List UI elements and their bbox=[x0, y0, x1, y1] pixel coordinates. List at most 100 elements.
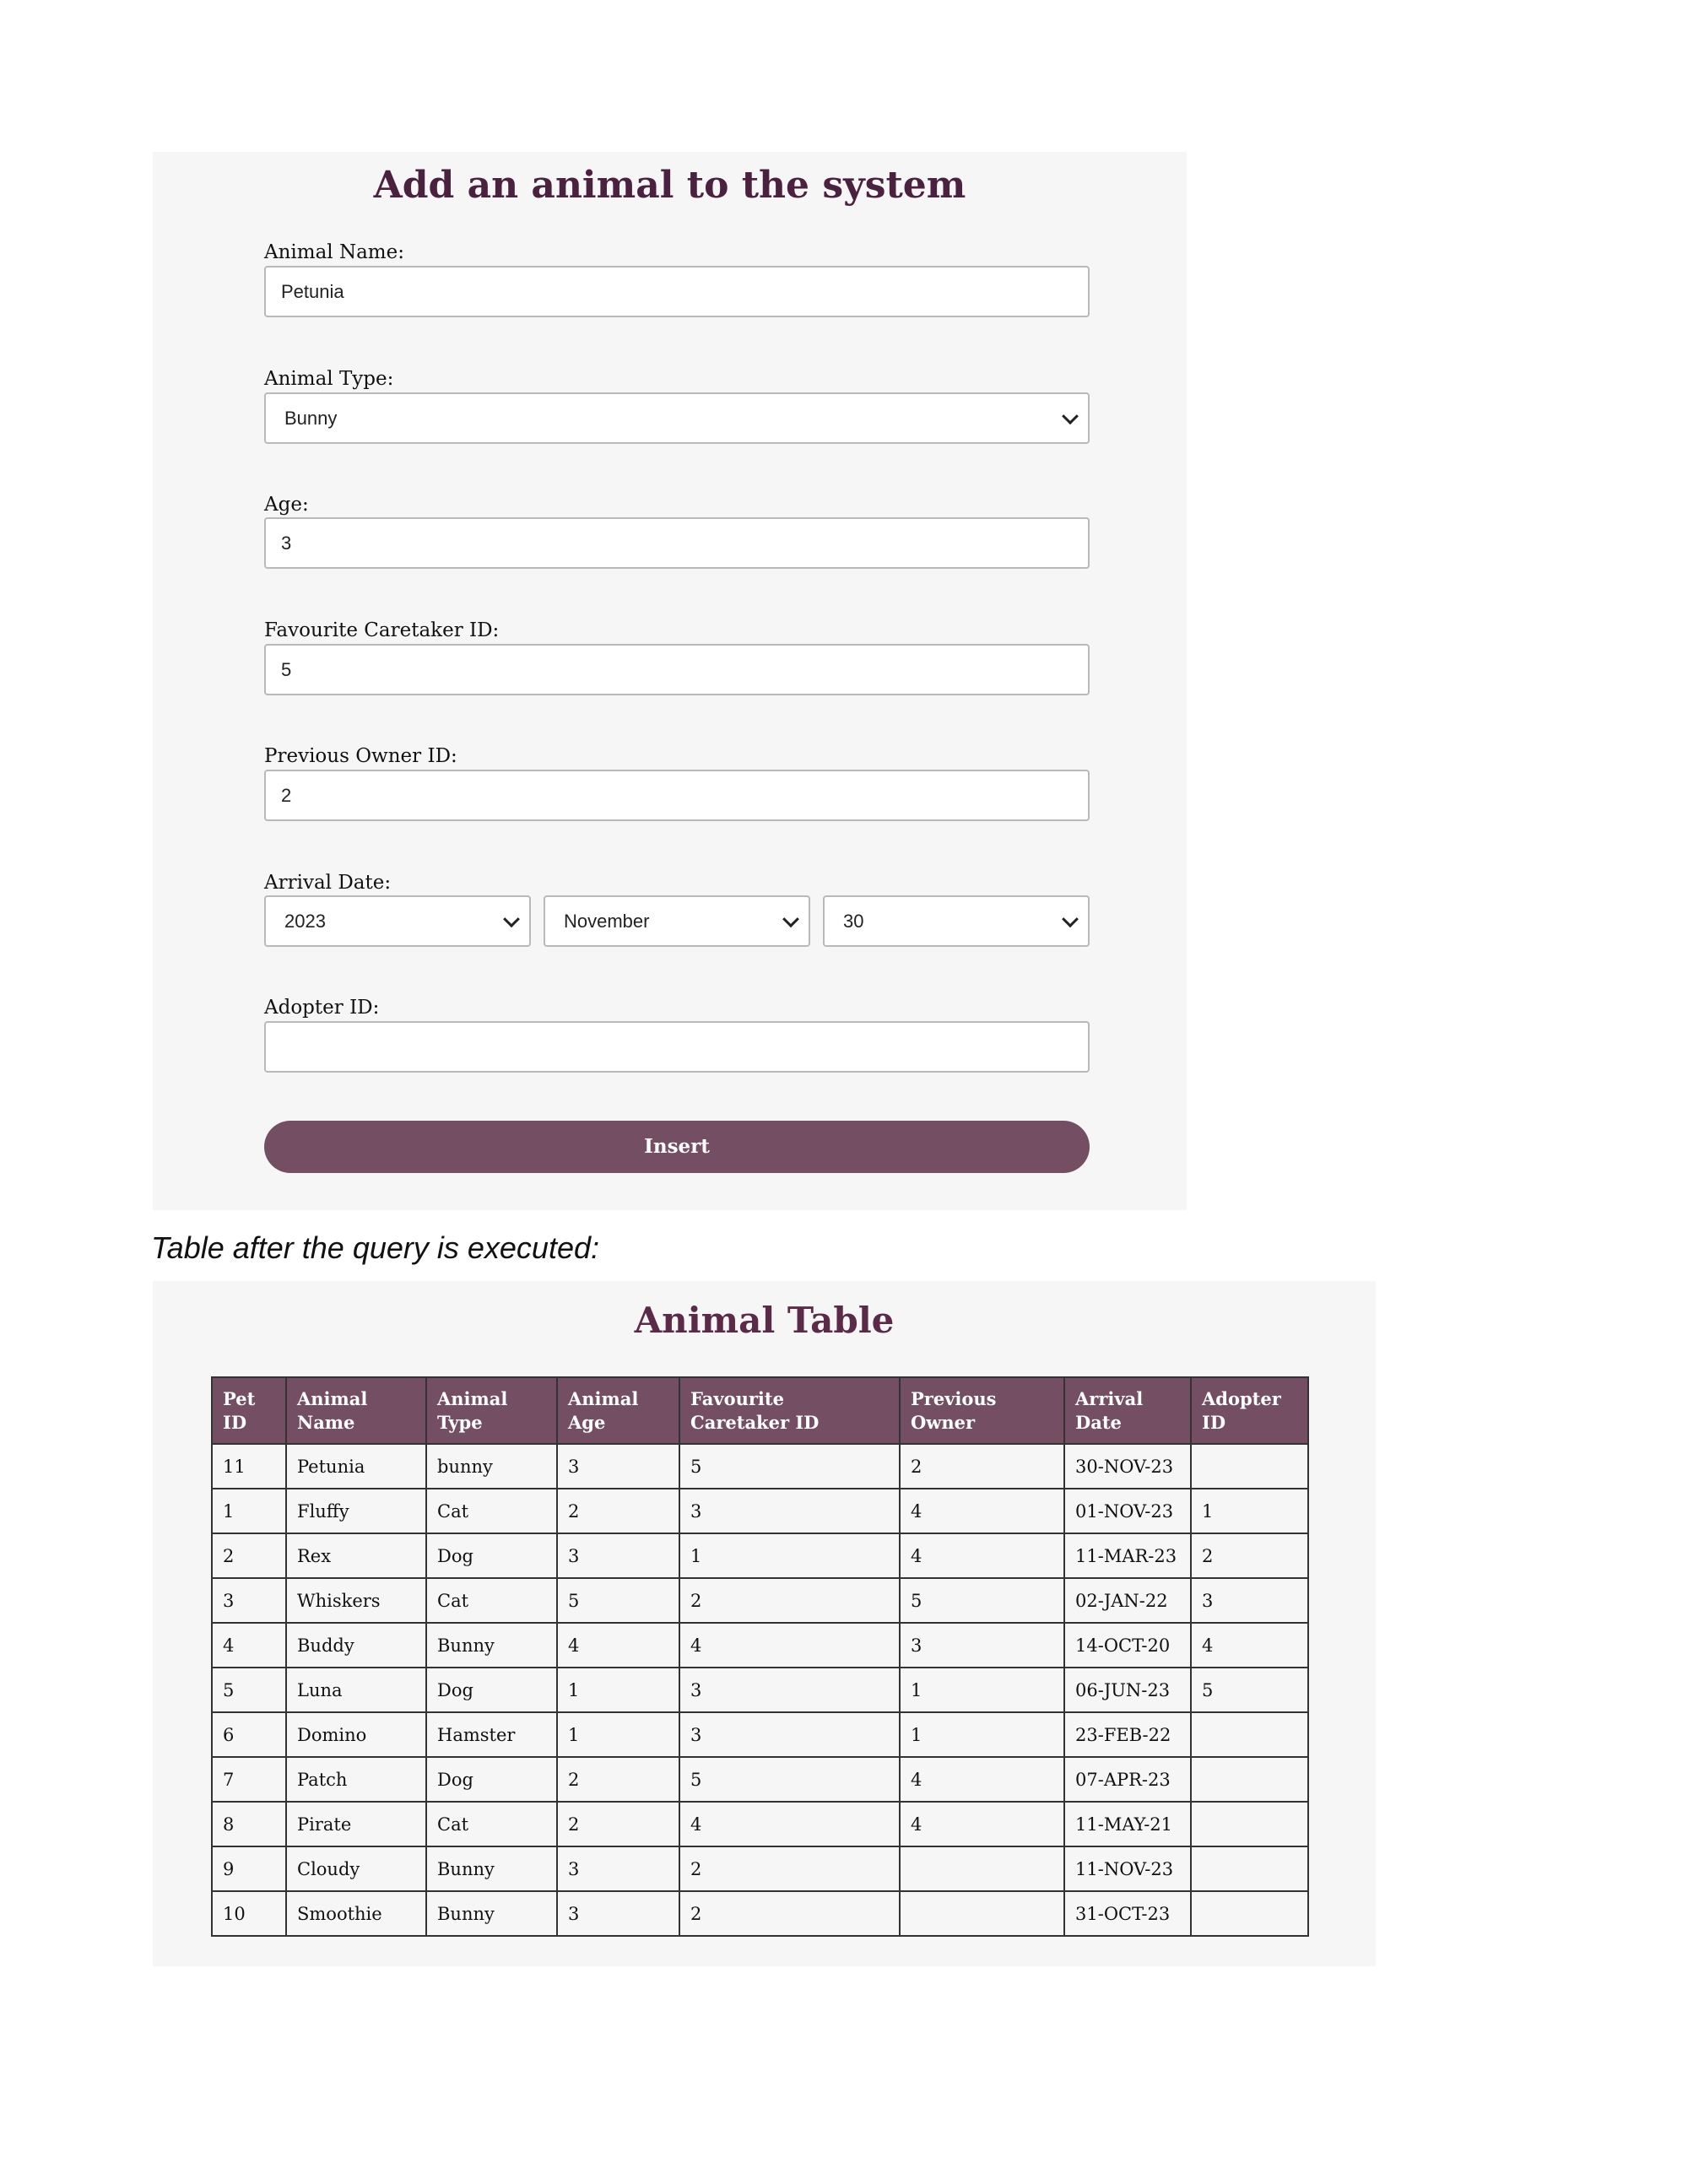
cell-adopter-id bbox=[1190, 1756, 1309, 1803]
cell-animal-age: 2 bbox=[556, 1801, 680, 1847]
previous-owner-id-input[interactable]: 2 bbox=[264, 770, 1090, 821]
cell-animal-age: 3 bbox=[556, 1443, 680, 1489]
chevron-down-icon bbox=[503, 910, 520, 927]
animal-name-label: Animal Name: bbox=[264, 241, 404, 263]
cell-animal-age: 5 bbox=[556, 1577, 680, 1624]
cell-favourite-caretaker-id: 2 bbox=[679, 1846, 901, 1892]
cell-arrival-date: 11-NOV-23 bbox=[1063, 1846, 1192, 1892]
header-animal-name: Animal Name bbox=[285, 1376, 427, 1445]
favourite-caretaker-id-input[interactable]: 5 bbox=[264, 644, 1090, 695]
cell-animal-name: Pirate bbox=[285, 1801, 427, 1847]
header-animal-type: Animal Type bbox=[425, 1376, 558, 1445]
cell-previous-owner bbox=[899, 1890, 1065, 1937]
table-row: 8 Pirate Cat 2 4 4 11-MAY-21 bbox=[211, 1801, 1309, 1847]
cell-adopter-id bbox=[1190, 1801, 1309, 1847]
table-row: 10 Smoothie Bunny 3 2 31-OCT-23 bbox=[211, 1890, 1309, 1937]
table-row: 1 Fluffy Cat 2 3 4 01-NOV-23 1 bbox=[211, 1488, 1309, 1534]
cell-animal-type: Bunny bbox=[425, 1890, 558, 1937]
chevron-down-icon bbox=[782, 910, 799, 927]
table-row: 2 Rex Dog 3 1 4 11-MAR-23 2 bbox=[211, 1533, 1309, 1579]
cell-adopter-id bbox=[1190, 1711, 1309, 1758]
arrival-year-value: 2023 bbox=[284, 911, 326, 932]
cell-arrival-date: 30-NOV-23 bbox=[1063, 1443, 1192, 1489]
cell-animal-age: 3 bbox=[556, 1890, 680, 1937]
cell-previous-owner: 1 bbox=[899, 1711, 1065, 1758]
cell-arrival-date: 31-OCT-23 bbox=[1063, 1890, 1192, 1937]
cell-animal-type: Dog bbox=[425, 1533, 558, 1579]
previous-owner-id-label: Previous Owner ID: bbox=[264, 745, 457, 767]
animal-name-input[interactable]: Petunia bbox=[264, 266, 1090, 317]
cell-animal-name: Rex bbox=[285, 1533, 427, 1579]
cell-adopter-id bbox=[1190, 1846, 1309, 1892]
cell-pet-id: 8 bbox=[211, 1801, 287, 1847]
header-previous-owner: Previous Owner bbox=[899, 1376, 1065, 1445]
cell-arrival-date: 11-MAY-21 bbox=[1063, 1801, 1192, 1847]
cell-animal-name: Patch bbox=[285, 1756, 427, 1803]
table-row: 7 Patch Dog 2 5 4 07-APR-23 bbox=[211, 1756, 1309, 1803]
chevron-down-icon bbox=[1062, 910, 1079, 927]
cell-animal-name: Fluffy bbox=[285, 1488, 427, 1534]
cell-animal-name: Whiskers bbox=[285, 1577, 427, 1624]
cell-animal-type: Bunny bbox=[425, 1846, 558, 1892]
arrival-month-select[interactable]: November bbox=[544, 895, 810, 947]
cell-animal-age: 1 bbox=[556, 1711, 680, 1758]
adopter-id-input[interactable] bbox=[264, 1021, 1090, 1073]
cell-pet-id: 9 bbox=[211, 1846, 287, 1892]
cell-favourite-caretaker-id: 2 bbox=[679, 1577, 901, 1624]
cell-pet-id: 4 bbox=[211, 1622, 287, 1668]
header-pet-id: Pet ID bbox=[211, 1376, 287, 1445]
arrival-day-value: 30 bbox=[843, 911, 864, 932]
cell-animal-age: 3 bbox=[556, 1846, 680, 1892]
arrival-year-select[interactable]: 2023 bbox=[264, 895, 531, 947]
cell-adopter-id: 2 bbox=[1190, 1533, 1309, 1579]
arrival-month-value: November bbox=[564, 911, 650, 932]
cell-arrival-date: 01-NOV-23 bbox=[1063, 1488, 1192, 1534]
arrival-day-select[interactable]: 30 bbox=[823, 895, 1090, 947]
cell-arrival-date: 02-JAN-22 bbox=[1063, 1577, 1192, 1624]
cell-arrival-date: 06-JUN-23 bbox=[1063, 1667, 1192, 1713]
cell-favourite-caretaker-id: 5 bbox=[679, 1756, 901, 1803]
cell-animal-type: Bunny bbox=[425, 1622, 558, 1668]
cell-previous-owner: 4 bbox=[899, 1801, 1065, 1847]
cell-arrival-date: 07-APR-23 bbox=[1063, 1756, 1192, 1803]
cell-animal-name: Domino bbox=[285, 1711, 427, 1758]
cell-previous-owner: 4 bbox=[899, 1488, 1065, 1534]
header-arrival-date: Arrival Date bbox=[1063, 1376, 1192, 1445]
cell-previous-owner: 5 bbox=[899, 1577, 1065, 1624]
cell-animal-type: Hamster bbox=[425, 1711, 558, 1758]
cell-pet-id: 6 bbox=[211, 1711, 287, 1758]
cell-animal-name: Luna bbox=[285, 1667, 427, 1713]
animal-type-select[interactable]: Bunny bbox=[264, 392, 1090, 444]
age-label: Age: bbox=[264, 494, 309, 516]
table-row: 11 Petunia bunny 3 5 2 30-NOV-23 bbox=[211, 1443, 1309, 1489]
cell-favourite-caretaker-id: 1 bbox=[679, 1533, 901, 1579]
table-row: 3 Whiskers Cat 5 2 5 02-JAN-22 3 bbox=[211, 1577, 1309, 1624]
cell-adopter-id: 4 bbox=[1190, 1622, 1309, 1668]
cell-pet-id: 2 bbox=[211, 1533, 287, 1579]
cell-animal-type: Cat bbox=[425, 1801, 558, 1847]
animal-type-label: Animal Type: bbox=[264, 368, 394, 390]
cell-pet-id: 3 bbox=[211, 1577, 287, 1624]
cell-adopter-id bbox=[1190, 1890, 1309, 1937]
animal-table: Pet ID Animal Name Animal Type Animal Ag… bbox=[211, 1376, 1309, 1937]
cell-favourite-caretaker-id: 3 bbox=[679, 1711, 901, 1758]
header-adopter-id: Adopter ID bbox=[1190, 1376, 1309, 1445]
age-input[interactable]: 3 bbox=[264, 517, 1090, 569]
cell-previous-owner bbox=[899, 1846, 1065, 1892]
cell-previous-owner: 4 bbox=[899, 1533, 1065, 1579]
insert-button[interactable]: Insert bbox=[264, 1121, 1090, 1173]
cell-animal-age: 4 bbox=[556, 1622, 680, 1668]
favourite-caretaker-id-label: Favourite Caretaker ID: bbox=[264, 619, 500, 641]
cell-animal-type: Dog bbox=[425, 1667, 558, 1713]
arrival-date-label: Arrival Date: bbox=[264, 872, 392, 894]
cell-adopter-id: 5 bbox=[1190, 1667, 1309, 1713]
cell-animal-name: Cloudy bbox=[285, 1846, 427, 1892]
cell-animal-name: Smoothie bbox=[285, 1890, 427, 1937]
table-title: Animal Table bbox=[634, 1300, 895, 1341]
adopter-id-label: Adopter ID: bbox=[264, 997, 380, 1019]
cell-previous-owner: 3 bbox=[899, 1622, 1065, 1668]
table-row: 9 Cloudy Bunny 3 2 11-NOV-23 bbox=[211, 1846, 1309, 1892]
table-header-row: Pet ID Animal Name Animal Type Animal Ag… bbox=[211, 1376, 1309, 1445]
header-animal-age: Animal Age bbox=[556, 1376, 680, 1445]
cell-adopter-id bbox=[1190, 1443, 1309, 1489]
